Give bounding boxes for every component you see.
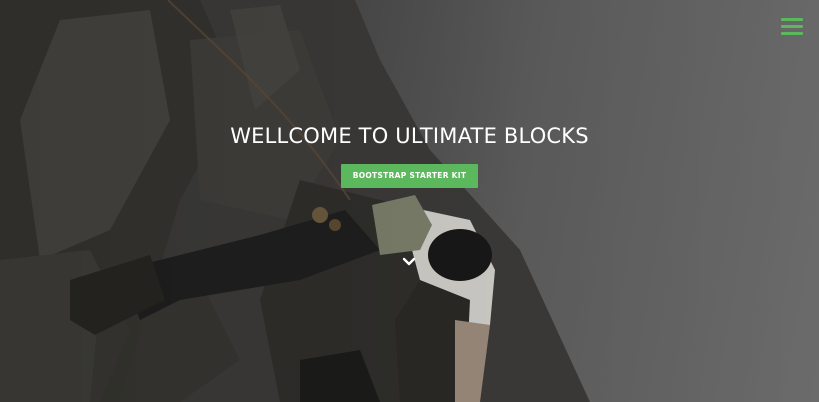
hero-section: WELLCOME TO ULTIMATE BLOCKS BOOTSTRAP ST… — [0, 0, 819, 402]
menu-bar-bottom — [781, 32, 803, 35]
menu-bar-middle — [781, 25, 803, 28]
chevron-down-icon[interactable] — [401, 256, 417, 268]
bootstrap-starter-kit-button[interactable]: BOOTSTRAP STARTER KIT — [340, 164, 479, 188]
menu-bar-top — [781, 18, 803, 21]
hero-background-image — [0, 0, 590, 402]
hero-content: WELLCOME TO ULTIMATE BLOCKS BOOTSTRAP ST… — [0, 122, 819, 188]
hamburger-menu-icon[interactable] — [781, 18, 803, 36]
hero-title: WELLCOME TO ULTIMATE BLOCKS — [230, 124, 589, 148]
